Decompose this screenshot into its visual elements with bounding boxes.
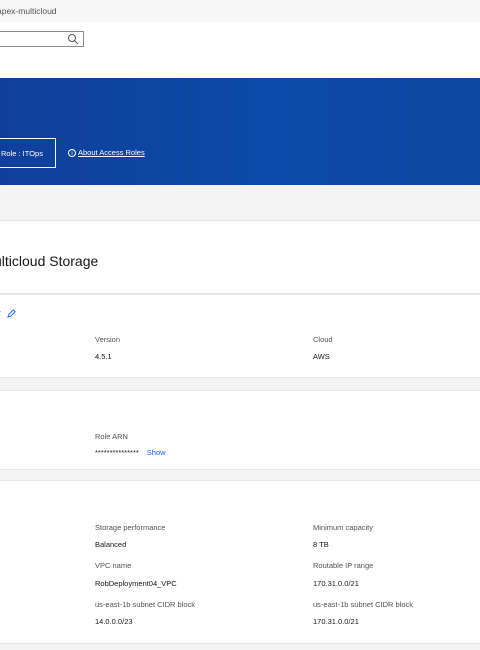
routable-ip-label: Routable IP range [313, 561, 374, 570]
vpc-name-value: RobDeployment04_VPC [95, 579, 177, 588]
about-access-roles-link[interactable]: i About Access Roles [68, 148, 145, 157]
edit-pencil-icon[interactable] [6, 308, 16, 318]
subnet-cidr-label-1: us-east-1b subnet CIDR block [95, 600, 196, 609]
summary-heading: y [0, 308, 16, 318]
summary-card [0, 294, 480, 378]
about-access-roles-label: About Access Roles [78, 148, 145, 157]
storage-card [0, 480, 480, 644]
subnet-cidr-label-2: us-east-1b subnet CIDR block [313, 600, 414, 609]
minimum-capacity-value: 8 TB [313, 540, 329, 549]
top-breadcrumb-bar: apex-multicloud [0, 0, 480, 23]
role-selector-button[interactable]: Role : ITOps [0, 138, 56, 168]
search-input[interactable] [0, 31, 84, 47]
subnet-cidr-value-2: 170.31.0.0/21 [313, 617, 359, 626]
cloud-label: Cloud [313, 335, 333, 344]
role-arn-field: *************** Show [95, 448, 166, 457]
storage-performance-value: Balanced [95, 540, 127, 549]
summary-heading-text: y [0, 308, 1, 318]
routable-ip-value: 170.31.0.0/21 [313, 579, 359, 588]
search-icon[interactable] [67, 33, 79, 45]
info-icon: i [68, 148, 76, 157]
version-value: 4.5.1 [95, 352, 112, 361]
show-role-arn-button[interactable]: Show [147, 448, 166, 457]
minimum-capacity-label: Minimum capacity [313, 523, 374, 532]
version-label: Version [95, 335, 121, 344]
storage-performance-label: Storage performance [95, 523, 166, 532]
subnet-cidr-value-1: 14.0.0.0/23 [95, 617, 133, 626]
page-title: ulticloud Storage [0, 253, 99, 269]
role-arn-label: Role ARN [95, 432, 128, 441]
role-arn-value: *************** [95, 448, 139, 457]
cloud-value: AWS [313, 352, 330, 361]
role-card [0, 390, 480, 470]
role-button-label: Role : ITOps [1, 148, 43, 158]
access-role-banner [0, 78, 480, 185]
spacer-strip [0, 200, 480, 220]
breadcrumb[interactable]: apex-multicloud [0, 6, 57, 16]
vpc-name-label: VPC name [95, 561, 132, 570]
